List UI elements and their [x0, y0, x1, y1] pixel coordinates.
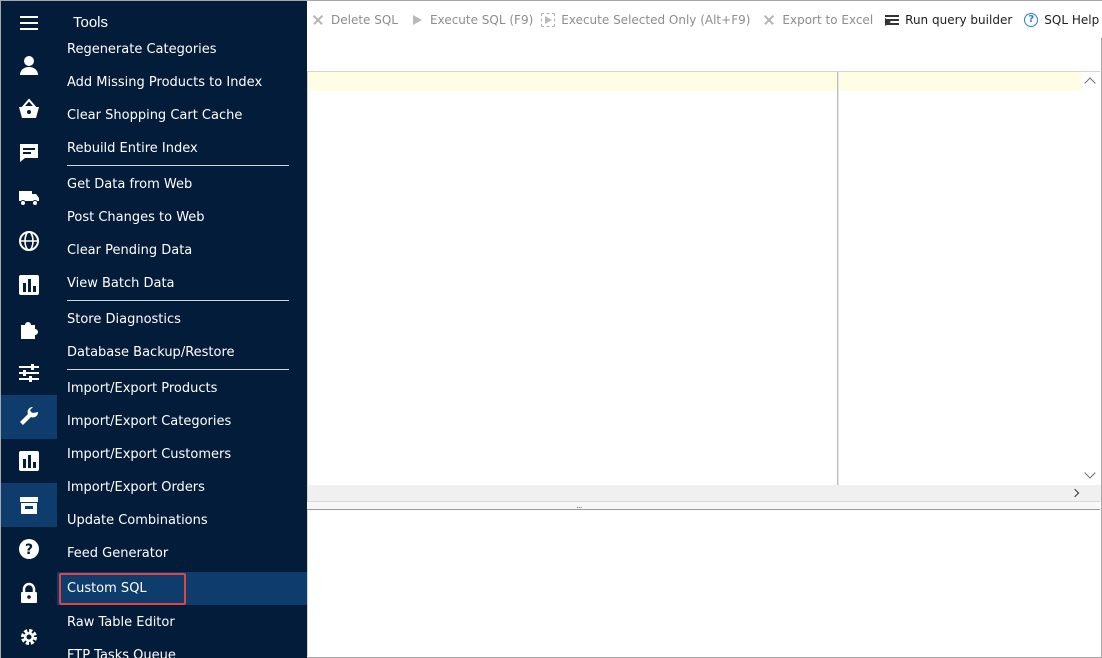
sql-help-button[interactable]: ? SQL Help: [1020, 1, 1102, 38]
scroll-right-icon[interactable]: [1070, 488, 1080, 498]
splitter-grip-icon: ...: [576, 501, 583, 511]
tools-menu-title: Tools: [73, 14, 109, 31]
menu-separator: [67, 369, 289, 370]
query-builder-icon: [885, 13, 900, 27]
chart-icon: [19, 275, 39, 295]
toolbar: Delete SQL Execute SQL (F9) Execute Sele…: [307, 1, 1102, 38]
store-icon: [20, 497, 38, 514]
menu-item-view-batch[interactable]: View Batch Data: [57, 267, 307, 300]
question-icon: ?: [19, 539, 39, 559]
run-query-builder-label: Run query builder: [905, 12, 1013, 27]
globe-icon: [19, 231, 39, 251]
menu-separator: [67, 300, 289, 301]
export-excel-button[interactable]: Export to Excel: [758, 1, 877, 38]
run-query-builder-button[interactable]: Run query builder: [881, 1, 1016, 38]
basket-icon: [19, 98, 39, 118]
rail-settings-sliders[interactable]: [1, 351, 57, 395]
menu-item-clear-cart-cache[interactable]: Clear Shopping Cart Cache: [57, 99, 307, 132]
menu-item-regenerate-categories[interactable]: Regenerate Categories: [57, 33, 307, 66]
menu-item-post-changes[interactable]: Post Changes to Web: [57, 201, 307, 234]
rail-addons[interactable]: [1, 307, 57, 351]
menu-item-store-diagnostics[interactable]: Store Diagnostics: [57, 303, 307, 336]
menu-item-import-export-categories[interactable]: Import/Export Categories: [57, 405, 307, 438]
sql-help-label: SQL Help: [1044, 12, 1100, 27]
rail-security[interactable]: [1, 571, 57, 615]
execute-selected-button[interactable]: Execute Selected Only (Alt+F9): [537, 1, 754, 38]
rail-analytics[interactable]: [1, 439, 57, 483]
excel-icon: [762, 13, 776, 27]
editor-vertical-scrollbar[interactable]: [1081, 72, 1100, 485]
rail-web[interactable]: [1, 219, 57, 263]
tools-menu: Tools Regenerate Categories Add Missing …: [57, 1, 307, 658]
scroll-up-icon[interactable]: [1084, 77, 1096, 89]
rail-store[interactable]: [1, 483, 57, 527]
play-icon: [410, 13, 424, 27]
menu-item-rebuild-index[interactable]: Rebuild Entire Index: [57, 132, 307, 165]
menu-item-raw-table-editor[interactable]: Raw Table Editor: [57, 606, 307, 639]
delete-icon: [311, 13, 325, 27]
menu-separator: [67, 165, 289, 166]
gear-icon: [21, 629, 37, 645]
delete-sql-label: Delete SQL: [331, 12, 398, 27]
menu-item-import-export-products[interactable]: Import/Export Products: [57, 372, 307, 405]
truck-icon: [19, 191, 39, 206]
menu-item-get-data[interactable]: Get Data from Web: [57, 168, 307, 201]
user-icon: [20, 56, 38, 75]
icon-rail: ?: [1, 1, 57, 658]
execute-selected-label: Execute Selected Only (Alt+F9): [561, 12, 751, 27]
editor-column-divider-shadow: [838, 72, 839, 485]
sql-editor[interactable]: [307, 71, 1101, 502]
editor-horizontal-scrollbar[interactable]: [308, 485, 1101, 502]
analytics-icon: [19, 451, 39, 471]
menu-item-clear-pending[interactable]: Clear Pending Data: [57, 234, 307, 267]
rail-shop[interactable]: [1, 87, 57, 131]
svg-text:?: ?: [25, 542, 33, 558]
rail-reports[interactable]: [1, 263, 57, 307]
menu-item-update-combinations[interactable]: Update Combinations: [57, 504, 307, 537]
scroll-down-icon[interactable]: [1084, 467, 1096, 479]
sliders-icon: [19, 364, 39, 382]
menu-item-database-backup[interactable]: Database Backup/Restore: [57, 336, 307, 369]
menu-item-custom-sql[interactable]: Custom SQL: [57, 572, 307, 605]
panel-splitter[interactable]: ...: [307, 501, 1100, 511]
app-window: Delete SQL Execute SQL (F9) Execute Sele…: [0, 0, 1102, 658]
rail-messages[interactable]: [1, 131, 57, 175]
editor-current-line: [308, 72, 1081, 91]
execute-sql-label: Execute SQL (F9): [430, 12, 534, 27]
menu-item-import-export-orders[interactable]: Import/Export Orders: [57, 471, 307, 504]
wrench-icon: [20, 406, 39, 425]
hamburger-icon: [20, 16, 38, 30]
menu-item-add-missing-products[interactable]: Add Missing Products to Index: [57, 66, 307, 99]
results-panel: [307, 510, 1100, 656]
execute-sql-button[interactable]: Execute SQL (F9): [406, 1, 537, 38]
help-icon: ?: [1024, 12, 1039, 27]
rail-customers[interactable]: [1, 43, 57, 87]
menu-item-import-export-customers[interactable]: Import/Export Customers: [57, 438, 307, 471]
rail-help[interactable]: ?: [1, 527, 57, 571]
export-excel-label: Export to Excel: [782, 12, 874, 27]
hamburger-menu-button[interactable]: [1, 1, 57, 45]
menu-item-ftp-tasks-queue[interactable]: FTP Tasks Queue: [57, 639, 307, 658]
lock-icon: [21, 582, 37, 603]
puzzle-icon: [21, 322, 38, 339]
play-selection-icon: [541, 12, 556, 27]
message-icon: [20, 144, 38, 162]
rail-settings[interactable]: [1, 615, 57, 658]
rail-tools[interactable]: [1, 395, 57, 439]
delete-sql-button[interactable]: Delete SQL: [307, 1, 402, 38]
menu-item-feed-generator[interactable]: Feed Generator: [57, 537, 307, 570]
rail-shipping[interactable]: [1, 175, 57, 219]
